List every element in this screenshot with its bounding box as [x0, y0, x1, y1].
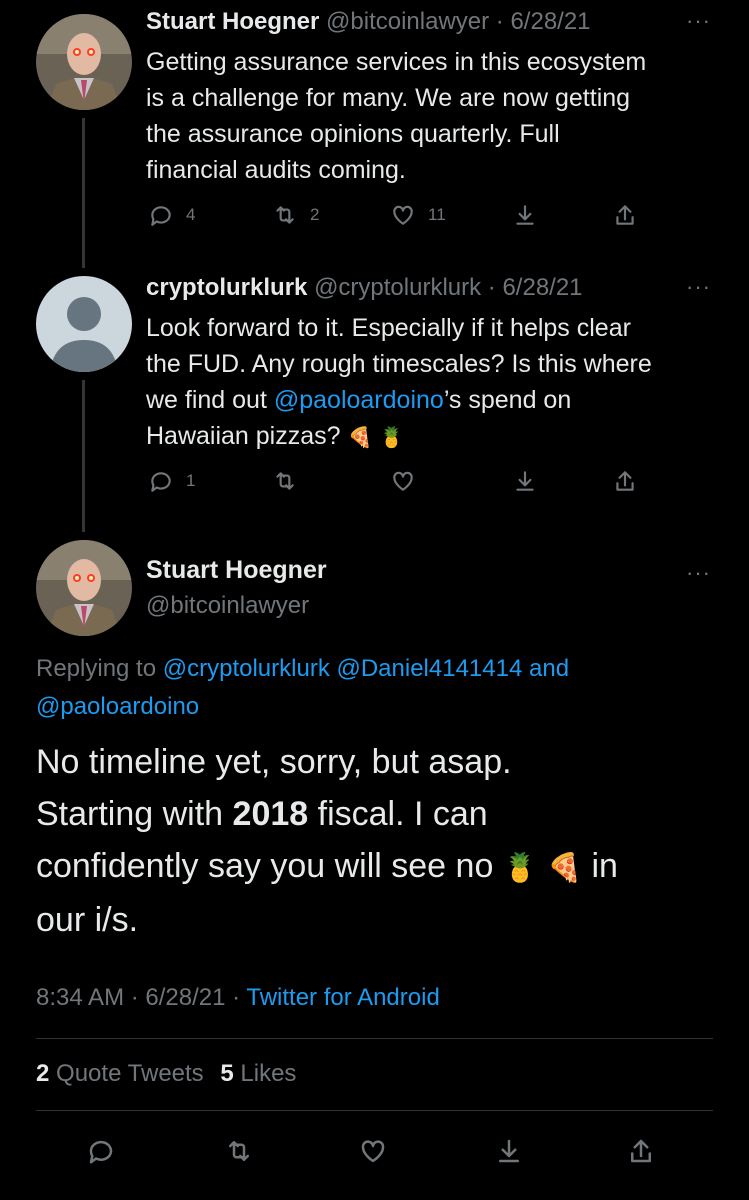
reply-icon [151, 206, 171, 226]
like-count: 5 [220, 1060, 234, 1087]
retweet-icon [276, 206, 294, 224]
main-text-line: confidently say you will see no 🍍 🍕 in [36, 840, 716, 894]
tweet2-text-line: Look forward to it. Especially if it hel… [146, 314, 631, 342]
main-text-fragment: confidently say you will see no [36, 847, 503, 885]
tweet1-retweet-button[interactable]: 2 [272, 202, 319, 228]
main-text-bold: 2018 [232, 795, 309, 833]
main-bookmark-button[interactable] [494, 1136, 524, 1166]
main-time[interactable]: 8:34 AM [36, 984, 124, 1011]
tweet1-like-button[interactable]: 11 [390, 202, 446, 228]
tweet1-like-count: 11 [428, 205, 446, 224]
main-share-button[interactable] [626, 1136, 656, 1166]
tweet2-text-fragment: we find out [146, 386, 274, 414]
main-text-line: Starting with 2018 fiscal. I can [36, 788, 716, 840]
main-tweet-text: No timeline yet, sorry, but asap. Starti… [36, 736, 716, 946]
tweet2-handle[interactable]: @cryptolurklurk [314, 274, 481, 301]
tweet1-text-line: financial audits coming. [146, 156, 406, 184]
main-text-fragment: in [591, 847, 618, 885]
tweet1-header: Stuart Hoegner @bitcoinlawyer · 6/28/21 [146, 8, 591, 36]
tweet2-author-name[interactable]: cryptolurklurk [146, 274, 307, 301]
tweet1-reply-count: 4 [186, 205, 196, 224]
share-icon [616, 205, 634, 225]
main-source[interactable]: Twitter for Android [246, 984, 439, 1011]
tweet2-date[interactable]: · 6/28/21 [488, 274, 583, 301]
tweet1-reply-button[interactable]: 4 [148, 202, 195, 228]
mention-cryptolurklurk[interactable]: @cryptolurklurk [163, 655, 330, 682]
tweet1-retweet-count: 2 [310, 205, 320, 224]
bookmark-icon [516, 205, 534, 225]
pizza-emoji: 🍕 [347, 427, 373, 449]
main-author-name[interactable]: Stuart Hoegner [146, 556, 327, 585]
avatar-cryptolurklurk[interactable] [36, 276, 132, 372]
tweet2-reply-count: 1 [186, 471, 196, 490]
thread-line-2 [82, 380, 85, 532]
main-meta: 8:34 AM · 6/28/21 · Twitter for Android [36, 984, 440, 1012]
retweet-icon [276, 472, 294, 490]
avatar-stuart-main[interactable] [36, 540, 132, 636]
tweet1-author-name[interactable]: Stuart Hoegner [146, 8, 319, 35]
pineapple-emoji: 🍍 [502, 852, 538, 883]
tweet2-bookmark-button[interactable] [512, 468, 538, 494]
tweet2-share-button[interactable] [612, 468, 638, 494]
main-text-fragment: fiscal. I can [308, 795, 488, 833]
main-date[interactable]: · 6/28/21 · [131, 984, 240, 1011]
bookmark-icon [499, 1139, 519, 1163]
main-reply-button[interactable] [86, 1136, 116, 1166]
tweet1-text: Getting assurance services in this ecosy… [146, 44, 726, 188]
main-handle[interactable]: @bitcoinlawyer [146, 592, 309, 620]
likes-link[interactable]: 5 Likes [220, 1060, 296, 1087]
tweet1-share-button[interactable] [612, 202, 638, 228]
tweet2-more-icon[interactable]: ··· [686, 274, 711, 300]
main-text-fragment: Starting with [36, 795, 233, 833]
tweet1-bookmark-button[interactable] [512, 202, 538, 228]
replying-to-line: Replying to @cryptolurklurk @Daniel41414… [36, 650, 716, 726]
tweet2-text-line: the FUD. Any rough timescales? Is this w… [146, 350, 652, 378]
mention-daniel4141414[interactable]: @Daniel4141414 [336, 655, 522, 682]
tweet2-retweet-button[interactable] [272, 468, 298, 494]
tweet1-handle[interactable]: @bitcoinlawyer [326, 8, 489, 35]
replying-to-label: Replying to [36, 655, 157, 682]
main-like-button[interactable] [358, 1136, 388, 1166]
main-retweet-button[interactable] [224, 1136, 254, 1166]
tweet2-text-line: Hawaiian pizzas? 🍕 🍍 [146, 418, 726, 456]
main-text-line: No timeline yet, sorry, but asap. [36, 743, 512, 781]
bookmark-icon [516, 471, 534, 491]
tweet2-reply-button[interactable]: 1 [148, 468, 195, 494]
engagement-stats: 2 Quote Tweets 5 Likes [36, 1060, 296, 1088]
thread-line-1 [82, 118, 85, 268]
tweet1-text-line: is a challenge for many. We are now gett… [146, 84, 631, 112]
share-icon [616, 471, 634, 491]
tweet1-date[interactable]: · 6/28/21 [496, 8, 591, 35]
tweet2-like-button[interactable] [390, 468, 416, 494]
retweet-icon [229, 1141, 249, 1161]
divider [36, 1038, 713, 1039]
tweet2-text: Look forward to it. Especially if it hel… [146, 310, 726, 456]
reply-icon [89, 1140, 113, 1164]
like-icon [393, 205, 413, 225]
main-text-line: our i/s. [36, 901, 139, 939]
replying-and-label: and [529, 655, 570, 682]
main-more-icon[interactable]: ··· [686, 560, 711, 586]
share-icon [631, 1139, 651, 1163]
quote-tweets-link[interactable]: 2 Quote Tweets [36, 1060, 210, 1087]
tweet1-text-line: the assurance opinions quarterly. Full [146, 120, 560, 148]
quote-label: Quote Tweets [56, 1060, 204, 1087]
pizza-emoji: 🍕 [547, 852, 583, 883]
like-label: Likes [240, 1060, 297, 1087]
tweet2-text-line: we find out @paoloardoino’s spend on [146, 382, 726, 418]
reply-icon [151, 472, 171, 492]
divider [36, 1110, 713, 1111]
pineapple-emoji: 🍍 [379, 427, 405, 449]
like-icon [361, 1140, 385, 1163]
tweet2-text-fragment: Hawaiian pizzas? [146, 422, 341, 450]
tweet1-text-line: Getting assurance services in this ecosy… [146, 48, 647, 76]
avatar-stuart-1[interactable] [36, 14, 132, 110]
tweet1-more-icon[interactable]: ··· [686, 8, 711, 34]
mention-paoloardoino[interactable]: @paoloardoino [36, 693, 199, 720]
tweet2-text-fragment: ’s spend on [443, 386, 572, 414]
mention-paoloardoino[interactable]: @paoloardoino [274, 386, 444, 414]
tweet2-header: cryptolurklurk @cryptolurklurk · 6/28/21 [146, 274, 583, 302]
quote-count: 2 [36, 1060, 50, 1087]
like-icon [393, 471, 413, 491]
